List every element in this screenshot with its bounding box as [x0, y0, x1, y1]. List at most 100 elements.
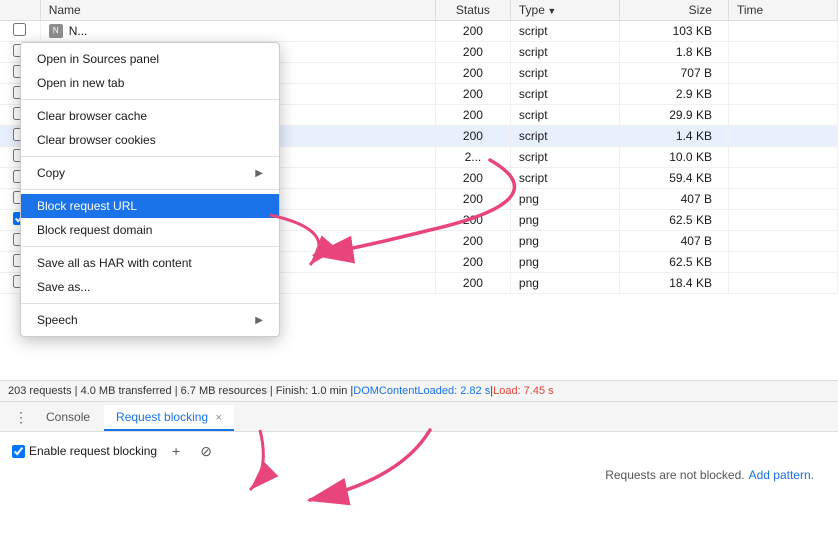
- context-menu-divider: [21, 246, 279, 247]
- block-icon-button[interactable]: ⊘: [195, 440, 217, 462]
- bottom-tabs: ⋮ Console Request blocking ×: [0, 402, 838, 432]
- row-status-cell: 200: [435, 189, 510, 210]
- context-menu-item-1[interactable]: Open in new tab: [21, 71, 279, 95]
- col-size-header[interactable]: Size: [619, 0, 728, 21]
- row-type-icon: N: [49, 24, 63, 38]
- row-checkbox[interactable]: [13, 23, 26, 36]
- context-menu-item-label: Block request domain: [37, 223, 152, 237]
- row-type-cell: script: [510, 21, 619, 42]
- row-name-cell[interactable]: N N...: [40, 21, 435, 42]
- row-type-cell: script: [510, 126, 619, 147]
- row-type-cell: script: [510, 147, 619, 168]
- context-menu-item-3[interactable]: Clear browser cookies: [21, 128, 279, 152]
- dom-content-loaded-link[interactable]: DOMContentLoaded: 2.82 s: [353, 385, 490, 397]
- context-menu-item-label: Save all as HAR with content: [37, 256, 192, 270]
- row-status-cell: 200: [435, 84, 510, 105]
- col-time-header[interactable]: Time: [728, 0, 837, 21]
- row-type-cell: script: [510, 42, 619, 63]
- row-name-text: N...: [69, 24, 88, 38]
- row-time-cell: [728, 168, 837, 189]
- row-status-cell: 200: [435, 105, 510, 126]
- row-time-cell: [728, 63, 837, 84]
- row-status-cell: 200: [435, 21, 510, 42]
- context-menu-item-0[interactable]: Open in Sources panel: [21, 47, 279, 71]
- row-size-cell: 59.4 KB: [619, 168, 728, 189]
- row-size-cell: 1.4 KB: [619, 126, 728, 147]
- row-type-cell: png: [510, 231, 619, 252]
- context-menu-item-label: Speech: [37, 313, 78, 327]
- col-type-header[interactable]: Type: [510, 0, 619, 21]
- context-menu-item-label: Block request URL: [37, 199, 137, 213]
- enable-request-blocking-checkbox[interactable]: [12, 445, 25, 458]
- name-cell-content: N N...: [49, 24, 427, 38]
- context-menu-item-label: Open in Sources panel: [37, 52, 159, 66]
- context-menu-item-7[interactable]: Save all as HAR with content: [21, 251, 279, 275]
- row-type-cell: script: [510, 84, 619, 105]
- row-status-cell: 200: [435, 252, 510, 273]
- tab-close-icon[interactable]: ×: [215, 412, 221, 424]
- row-time-cell: [728, 105, 837, 126]
- context-menu-arrow-icon: ▶: [255, 315, 263, 326]
- row-size-cell: 10.0 KB: [619, 147, 728, 168]
- row-type-cell: script: [510, 63, 619, 84]
- blocking-status: Requests are not blocked. Add pattern.: [12, 468, 826, 482]
- row-size-cell: 1.8 KB: [619, 42, 728, 63]
- row-type-cell: png: [510, 273, 619, 294]
- row-status-cell: 200: [435, 63, 510, 84]
- row-status-cell: 200: [435, 210, 510, 231]
- col-name-header[interactable]: Name: [40, 0, 435, 21]
- col-status-header[interactable]: Status: [435, 0, 510, 21]
- context-menu-item-label: Clear browser cache: [37, 109, 147, 123]
- row-size-cell: 62.5 KB: [619, 210, 728, 231]
- row-size-cell: 407 B: [619, 189, 728, 210]
- row-status-cell: 2...: [435, 147, 510, 168]
- context-menu-item-8[interactable]: Save as...: [21, 275, 279, 299]
- tab-request-blocking[interactable]: Request blocking ×: [104, 405, 234, 431]
- enable-request-blocking-text: Enable request blocking: [29, 444, 157, 458]
- load-link[interactable]: Load: 7.45 s: [493, 385, 554, 397]
- enable-request-blocking-label[interactable]: Enable request blocking: [12, 444, 157, 458]
- row-status-cell: 200: [435, 126, 510, 147]
- blocking-toolbar: Enable request blocking + ⊘: [12, 440, 826, 462]
- row-size-cell: 18.4 KB: [619, 273, 728, 294]
- row-time-cell: [728, 42, 837, 63]
- row-type-cell: png: [510, 189, 619, 210]
- row-status-cell: 200: [435, 42, 510, 63]
- context-menu-item-4[interactable]: Copy▶: [21, 161, 279, 185]
- row-time-cell: [728, 231, 837, 252]
- col-checkbox-header: [0, 0, 40, 21]
- context-menu-divider: [21, 189, 279, 190]
- context-menu-item-6[interactable]: Block request domain: [21, 218, 279, 242]
- row-size-cell: 707 B: [619, 63, 728, 84]
- context-menu-item-5[interactable]: Block request URL: [21, 194, 279, 218]
- row-time-cell: [728, 189, 837, 210]
- status-text: 203 requests | 4.0 MB transferred | 6.7 …: [8, 385, 353, 397]
- add-pattern-link[interactable]: Add pattern.: [749, 468, 814, 482]
- row-time-cell: [728, 273, 837, 294]
- row-type-cell: script: [510, 105, 619, 126]
- row-size-cell: 2.9 KB: [619, 84, 728, 105]
- bottom-panel: Enable request blocking + ⊘ Requests are…: [0, 432, 838, 507]
- row-size-cell: 62.5 KB: [619, 252, 728, 273]
- row-time-cell: [728, 252, 837, 273]
- row-size-cell: 103 KB: [619, 21, 728, 42]
- context-menu-item-9[interactable]: Speech ▶: [21, 308, 279, 332]
- context-menu: Open in Sources panel Open in new tab Clea…: [20, 42, 280, 337]
- context-menu-item-label: Save as...: [37, 280, 90, 294]
- context-menu-item-2[interactable]: Clear browser cache: [21, 104, 279, 128]
- row-status-cell: 200: [435, 168, 510, 189]
- row-time-cell: [728, 147, 837, 168]
- tab-dots[interactable]: ⋮: [8, 404, 34, 431]
- row-time-cell: [728, 210, 837, 231]
- row-time-cell: [728, 126, 837, 147]
- add-pattern-button[interactable]: +: [165, 440, 187, 462]
- context-menu-item-label: Clear browser cookies: [37, 133, 156, 147]
- context-menu-divider: [21, 99, 279, 100]
- row-checkbox-cell[interactable]: [0, 21, 40, 42]
- row-size-cell: 407 B: [619, 231, 728, 252]
- table-row[interactable]: N N... 200script103 KB: [0, 21, 838, 42]
- context-menu-item-label: Open in new tab: [37, 76, 124, 90]
- row-type-cell: script: [510, 168, 619, 189]
- tab-console[interactable]: Console: [34, 405, 102, 431]
- row-type-cell: png: [510, 210, 619, 231]
